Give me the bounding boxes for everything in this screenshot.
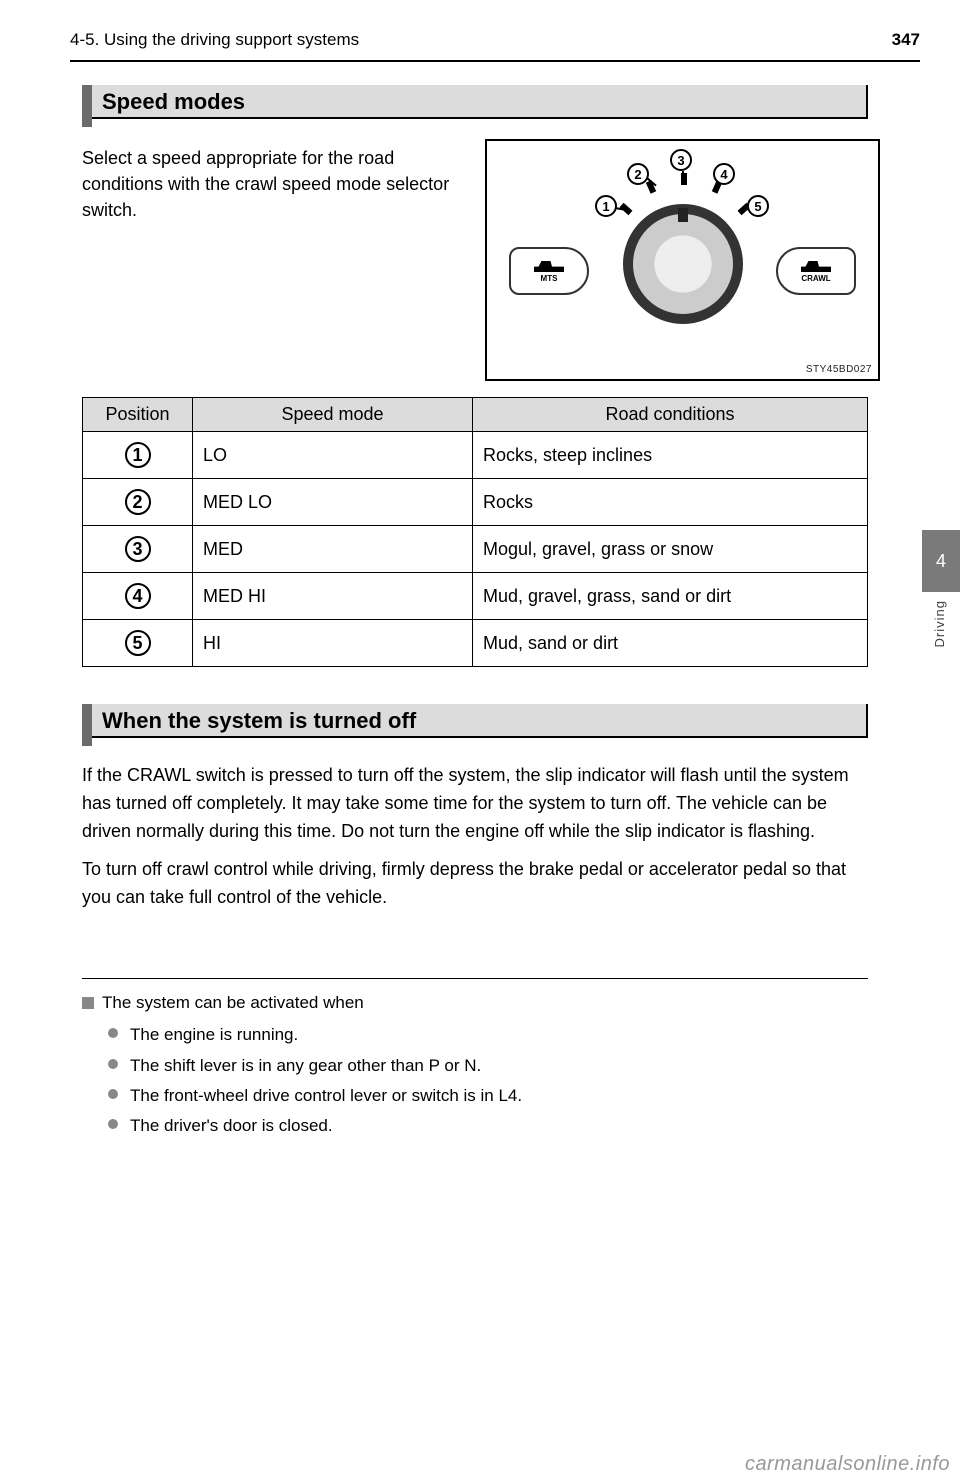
- section-heading-bar: Speed modes: [82, 85, 868, 127]
- table-row: 5 HI Mud, sand or dirt: [83, 620, 868, 667]
- table-row: 4 MED HI Mud, gravel, grass, sand or dir…: [83, 573, 868, 620]
- mode-cell: HI: [193, 620, 473, 667]
- header-rule: [70, 60, 920, 62]
- road-cell: Mud, gravel, grass, sand or dirt: [473, 573, 868, 620]
- callout-4: 4: [713, 163, 735, 185]
- callout-3: 3: [670, 149, 692, 171]
- col-position: Position: [83, 398, 193, 432]
- pos-badge: 4: [125, 583, 151, 609]
- conditions-title-line: The system can be activated when: [82, 990, 868, 1016]
- page-header: 4-5. Using the driving support systems 3…: [70, 30, 920, 50]
- truck-left-icon: [534, 258, 564, 272]
- road-cell: Mogul, gravel, grass or snow: [473, 526, 868, 573]
- mode-cell: MED HI: [193, 573, 473, 620]
- paragraph: To turn off crawl control while driving,…: [82, 856, 868, 912]
- table-row: 3 MED Mogul, gravel, grass or snow: [83, 526, 868, 573]
- square-bullet-icon: [82, 997, 94, 1009]
- col-road: Road conditions: [473, 398, 868, 432]
- intro-paragraph: Select a speed appropriate for the road …: [82, 139, 467, 381]
- breadcrumb: 4-5. Using the driving support systems: [70, 30, 359, 50]
- chapter-tab: 4: [922, 530, 960, 592]
- list-item: The driver's door is closed.: [108, 1113, 868, 1139]
- road-cell: Mud, sand or dirt: [473, 620, 868, 667]
- callout-1: 1: [595, 195, 617, 217]
- speed-mode-table: Position Speed mode Road conditions 1 LO…: [82, 397, 868, 667]
- conditions-title: The system can be activated when: [102, 993, 364, 1012]
- section-system-off: When the system is turned off If the CRA…: [82, 704, 880, 921]
- list-item: The front-wheel drive control lever or s…: [108, 1083, 868, 1109]
- road-cell: Rocks: [473, 479, 868, 526]
- section-speed-modes: Speed modes Select a speed appropriate f…: [82, 85, 880, 667]
- pos-badge: 3: [125, 536, 151, 562]
- activation-conditions: The system can be activated when The eng…: [82, 990, 868, 1144]
- manual-page: 4-5. Using the driving support systems 3…: [0, 0, 960, 1484]
- footnote-rule: [82, 978, 868, 979]
- section-title: Speed modes: [102, 89, 245, 115]
- road-cell: Rocks, steep inclines: [473, 432, 868, 479]
- mode-cell: MED LO: [193, 479, 473, 526]
- pos-badge: 5: [125, 630, 151, 656]
- pos-badge: 1: [125, 442, 151, 468]
- mode-cell: MED: [193, 526, 473, 573]
- crawl-button-icon: CRAWL: [776, 247, 856, 295]
- table-row: 1 LO Rocks, steep inclines: [83, 432, 868, 479]
- col-mode: Speed mode: [193, 398, 473, 432]
- crawl-speed-dial-icon: [623, 204, 743, 324]
- watermark: carmanualsonline.info: [745, 1453, 950, 1476]
- list-item: The engine is running.: [108, 1022, 868, 1048]
- callout-2: 2: [627, 163, 649, 185]
- chapter-tab-label: Driving: [932, 600, 954, 647]
- mts-button-icon: MTS: [509, 247, 589, 295]
- mode-cell: LO: [193, 432, 473, 479]
- callout-5: 5: [747, 195, 769, 217]
- list-item: The shift lever is in any gear other tha…: [108, 1053, 868, 1079]
- crawl-label: CRAWL: [801, 274, 830, 283]
- section-title: When the system is turned off: [102, 708, 416, 734]
- paragraph: If the CRAWL switch is pressed to turn o…: [82, 762, 868, 846]
- table-row: 2 MED LO Rocks: [83, 479, 868, 526]
- page-number: 347: [892, 30, 920, 50]
- mts-label: MTS: [541, 274, 558, 283]
- chapter-tab-number: 4: [936, 551, 946, 572]
- dial-figure: 1 2 3 4 5 MTS CRAWL STY45BD027: [485, 139, 880, 381]
- pos-badge: 2: [125, 489, 151, 515]
- figure-code: STY45BD027: [806, 364, 872, 375]
- truck-right-icon: [801, 258, 831, 272]
- section-heading-bar: When the system is turned off: [82, 704, 868, 746]
